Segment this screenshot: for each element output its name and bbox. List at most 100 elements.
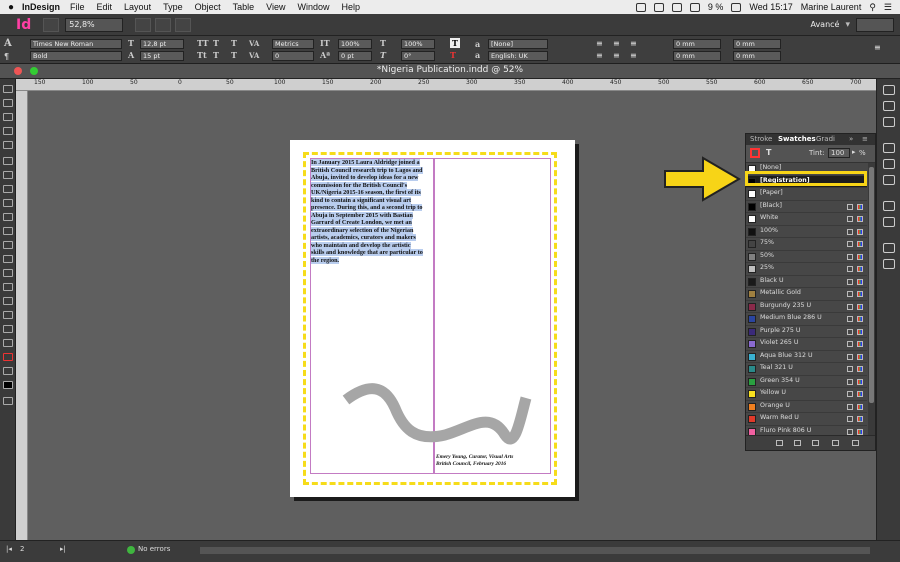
superscript-icon[interactable]: T: [213, 38, 219, 48]
preflight-errors[interactable]: No errors: [138, 545, 170, 553]
panel-menu-icon[interactable]: ≡: [874, 42, 881, 52]
apple-icon[interactable]: ●: [0, 2, 22, 13]
all-caps-icon[interactable]: TT: [197, 38, 209, 48]
menu-view[interactable]: View: [266, 2, 285, 12]
swatch-row[interactable]: 100%: [746, 226, 867, 238]
swatch-row[interactable]: Green 354 U: [746, 376, 867, 388]
swatch-row[interactable]: Warm Red U: [746, 413, 867, 426]
language-field[interactable]: English: UK: [488, 51, 548, 61]
app-menu[interactable]: InDesign: [22, 2, 60, 12]
swatch-row[interactable]: Aqua Blue 312 U: [746, 351, 867, 363]
sync-icon[interactable]: [671, 2, 682, 12]
text-format-icon[interactable]: T: [766, 148, 771, 157]
swatch-row[interactable]: Violet 265 U: [746, 338, 867, 351]
eyedropper-tool-icon[interactable]: [3, 311, 13, 319]
justify-center-icon[interactable]: ≡: [613, 50, 620, 60]
hand-tool-icon[interactable]: [3, 325, 13, 333]
links-panel-icon[interactable]: [883, 117, 895, 127]
horizontal-scale-field[interactable]: 100%: [401, 39, 435, 49]
document-title[interactable]: *Nigeria Publication.indd @ 52%: [0, 65, 900, 75]
direct-selection-tool-icon[interactable]: [3, 99, 13, 107]
swatch-row[interactable]: Black U: [746, 276, 867, 288]
default-fill-stroke-icon[interactable]: [3, 353, 13, 361]
formatting-affects-text-icon[interactable]: [3, 367, 13, 375]
view-options-button[interactable]: [135, 17, 152, 32]
swatch-row[interactable]: White: [746, 213, 867, 226]
note-tool-icon[interactable]: [3, 297, 13, 305]
rectangle-tool-icon[interactable]: [3, 227, 13, 235]
zoom-select[interactable]: 52,8%: [65, 17, 124, 32]
menu-window[interactable]: Window: [297, 2, 329, 12]
grey-swoosh-graphic[interactable]: [340, 380, 540, 460]
story-text[interactable]: In January 2015 Laura Aldridge joined a …: [311, 159, 423, 264]
last-line-indent-field[interactable]: 0 mm: [733, 51, 781, 61]
next-page-icon[interactable]: ▸|: [60, 545, 66, 553]
selection-tool-icon[interactable]: [3, 85, 13, 93]
scrollbar-thumb[interactable]: [869, 167, 874, 403]
caption-text[interactable]: Emery Young, Curator, Visual Arts Britis…: [436, 454, 546, 467]
underline-icon[interactable]: T: [231, 38, 237, 48]
workspace-chevron-icon[interactable]: ▾: [845, 20, 850, 30]
menu-layout[interactable]: Layout: [124, 2, 151, 12]
swatch-row[interactable]: Yellow U: [746, 388, 867, 401]
tint-stepper-icon[interactable]: ▸: [852, 148, 856, 156]
skew-field[interactable]: 0°: [401, 51, 435, 61]
content-collector-icon[interactable]: [3, 141, 13, 149]
workspace-switcher[interactable]: Avancé: [810, 20, 839, 29]
layers-panel-icon[interactable]: [883, 101, 895, 111]
arrange-documents-button[interactable]: [175, 17, 192, 32]
left-indent-field[interactable]: 0 mm: [673, 39, 721, 49]
zoom-tool-icon[interactable]: [3, 339, 13, 347]
stroke-panel-icon[interactable]: [883, 143, 895, 153]
swatch-row[interactable]: 50%: [746, 251, 867, 263]
panel-menu-icon[interactable]: ≡: [862, 135, 868, 143]
swatch-row[interactable]: 25%: [746, 263, 867, 276]
subscript-icon[interactable]: T: [213, 50, 219, 60]
justify-left-icon[interactable]: ≡: [596, 50, 603, 60]
search-icon[interactable]: ⚲: [869, 2, 876, 13]
line-tool-icon[interactable]: [3, 171, 13, 179]
fill-text-icon[interactable]: T: [450, 38, 460, 48]
gradient-tool-icon[interactable]: [3, 269, 13, 277]
selected-story-text[interactable]: In January 2015 Laura Aldridge joined a …: [311, 159, 423, 264]
baseline-shift-field[interactable]: 0 pt: [338, 51, 372, 61]
new-swatch-icon[interactable]: [832, 440, 839, 446]
vertical-ruler[interactable]: [16, 91, 28, 540]
swatch-row[interactable]: [Paper]: [746, 188, 867, 201]
vertical-scale-field[interactable]: 100%: [338, 39, 372, 49]
show-all-swatches-icon[interactable]: [776, 440, 783, 446]
swatch-row[interactable]: 75%: [746, 238, 867, 251]
delete-swatch-icon[interactable]: [852, 440, 859, 446]
paragraph-styles-icon[interactable]: [883, 243, 895, 253]
type-tool-icon[interactable]: [3, 157, 13, 165]
color-panel-icon[interactable]: [883, 217, 895, 227]
user-name[interactable]: Marine Laurent: [801, 2, 862, 12]
swatch-row[interactable]: Burgundy 235 U: [746, 301, 867, 313]
gradient-feather-tool-icon[interactable]: [3, 283, 13, 291]
screen-mode-button[interactable]: [155, 17, 172, 32]
justify-all-icon[interactable]: ≡: [630, 50, 637, 60]
fill-stroke-proxy-icon[interactable]: [750, 148, 760, 158]
swatch-row[interactable]: Teal 321 U: [746, 363, 867, 376]
font-size-field[interactable]: 12,8 pt: [140, 39, 184, 49]
character-style-field[interactable]: [None]: [488, 39, 548, 49]
clock[interactable]: Wed 15:17: [749, 2, 792, 12]
swatches-panel-icon[interactable]: [883, 159, 895, 169]
pencil-tool-icon[interactable]: [3, 199, 13, 207]
kerning-field[interactable]: Metrics: [272, 39, 314, 49]
fill-swatch-icon[interactable]: [3, 381, 13, 389]
leading-field[interactable]: 15 pt: [140, 51, 184, 61]
paragraph-mode-icon[interactable]: ¶: [4, 51, 9, 61]
gap-tool-icon[interactable]: [3, 127, 13, 135]
free-transform-tool-icon[interactable]: [3, 255, 13, 263]
swatch-row[interactable]: [Black]: [746, 201, 867, 213]
document-page[interactable]: In January 2015 Laura Aldridge joined a …: [290, 140, 575, 497]
menu-edit[interactable]: Edit: [97, 2, 113, 12]
stroke-text-icon[interactable]: T: [450, 50, 456, 60]
swatch-row[interactable]: Orange U: [746, 401, 867, 413]
small-caps-icon[interactable]: Tt: [197, 50, 207, 60]
right-indent-field[interactable]: 0 mm: [733, 39, 781, 49]
menu-type[interactable]: Type: [163, 2, 183, 12]
menu-list-icon[interactable]: ☰: [884, 2, 892, 13]
rectangle-frame-tool-icon[interactable]: [3, 213, 13, 221]
